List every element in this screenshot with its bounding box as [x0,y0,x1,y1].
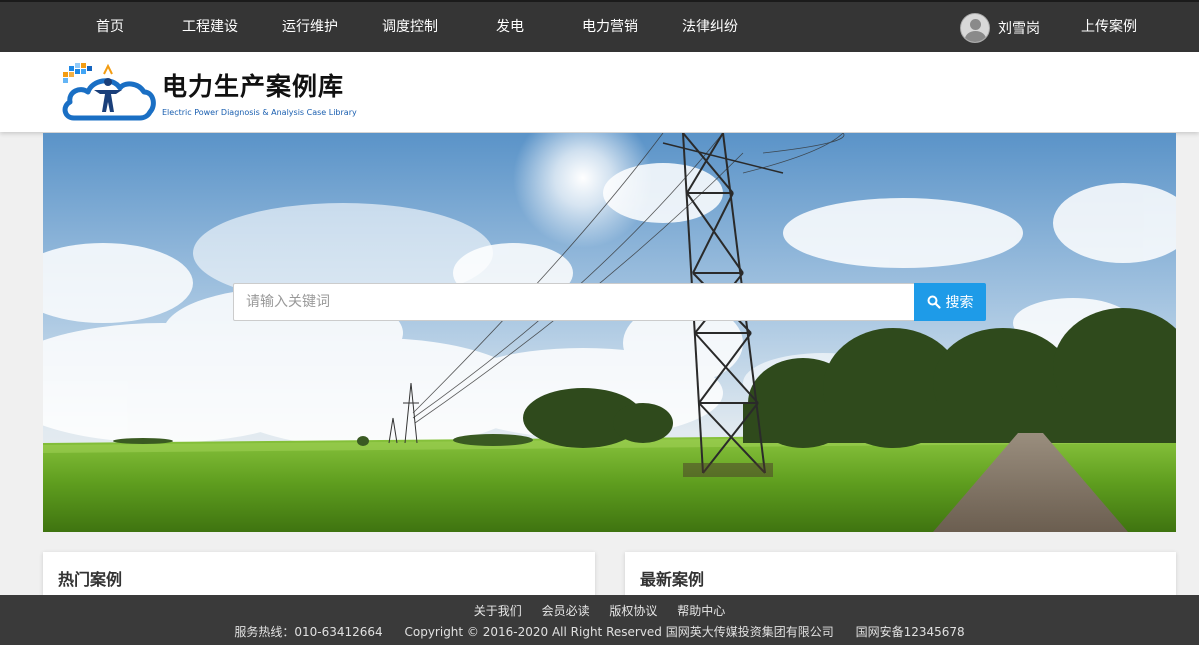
user-menu[interactable]: 刘雪岗 [960,12,1040,44]
site-header: 电力生产案例库 Electric Power Diagnosis & Analy… [0,52,1199,132]
brand-subtitle: Electric Power Diagnosis & Analysis Case… [162,108,357,117]
nav-item-operation[interactable]: 运行维护 [282,17,338,37]
footer-icp: 国网安备12345678 [855,625,965,639]
search-input[interactable] [233,283,915,321]
search-button[interactable]: 搜索 [914,283,986,321]
site-footer: 关于我们 会员必读 版权协议 帮助中心 服务热线：010-63412664 Co… [0,595,1199,645]
nav-item-marketing[interactable]: 电力营销 [582,17,638,37]
hero-banner: 搜索 [43,133,1176,532]
hot-cases-title: 热门案例 [58,570,123,589]
user-name: 刘雪岗 [998,21,1040,37]
footer-link-copyright[interactable]: 版权协议 [609,604,657,618]
nav-item-home[interactable]: 首页 [96,17,124,37]
landscape-image [43,133,1176,532]
nav-item-legal[interactable]: 法律纠纷 [682,17,738,37]
brand-title: 电力生产案例库 [162,72,345,101]
footer-copyright: Copyright © 2016-2020 All Right Reserved… [404,625,834,639]
upload-case-link[interactable]: 上传案例 [1081,17,1137,37]
logo-icon[interactable] [60,60,156,124]
nav-item-engineering[interactable]: 工程建设 [182,17,238,37]
footer-link-help[interactable]: 帮助中心 [677,604,725,618]
footer-links: 关于我们 会员必读 版权协议 帮助中心 [0,602,1199,619]
footer-link-member[interactable]: 会员必读 [542,604,590,618]
search-button-label: 搜索 [945,295,974,311]
footer-hotline: 服务热线：010-63412664 [234,625,383,639]
top-nav: 首页 工程建设 运行维护 调度控制 发电 电力营销 法律纠纷 刘雪岗 上传案例 [0,0,1199,52]
latest-cases-title: 最新案例 [640,570,705,589]
search-icon [927,295,941,309]
nav-item-dispatch[interactable]: 调度控制 [382,17,438,37]
footer-info: 服务热线：010-63412664 Copyright © 2016-2020 … [0,623,1199,640]
nav-item-generation[interactable]: 发电 [496,17,524,37]
avatar [960,13,990,43]
footer-link-about[interactable]: 关于我们 [474,604,522,618]
